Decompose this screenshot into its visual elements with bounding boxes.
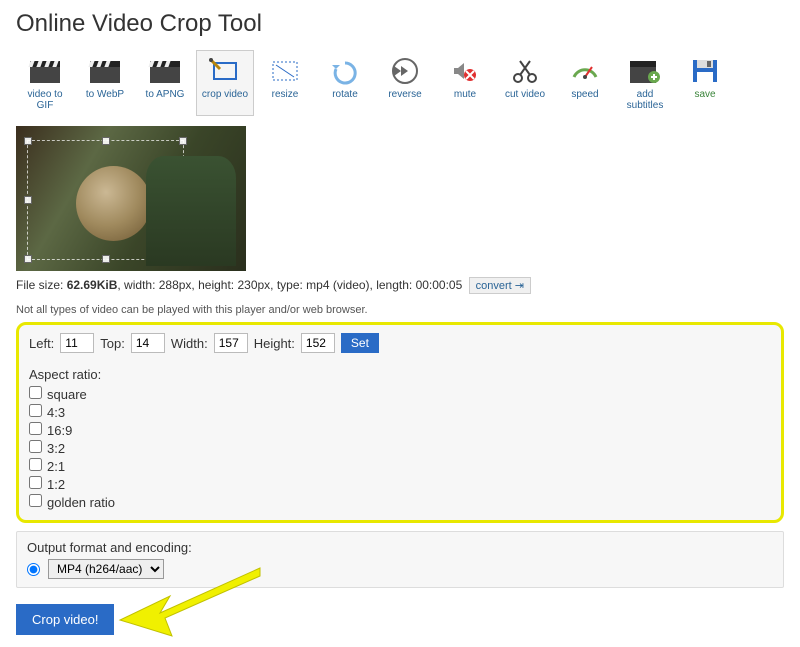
video-preview[interactable] [16, 126, 246, 271]
mute-icon [447, 55, 483, 87]
clapper-icon [147, 55, 183, 87]
tool-rotate[interactable]: rotate [316, 50, 374, 116]
tool-video-to-gif[interactable]: video to GIF [16, 50, 74, 116]
crop-handle-tm[interactable] [102, 137, 110, 145]
crop-icon [207, 55, 243, 87]
aspect-option-golden[interactable]: golden ratio [29, 495, 115, 510]
tool-add-subtitles[interactable]: add subtitles [616, 50, 674, 116]
aspect-option-2-1[interactable]: 2:1 [29, 459, 65, 474]
subtitles-icon [627, 55, 663, 87]
aspect-option-4-3[interactable]: 4:3 [29, 405, 65, 420]
convert-button[interactable]: convert ⇥ [469, 277, 531, 294]
height-label: Height: [254, 336, 295, 351]
output-format-select[interactable]: MP4 (h264/aac) [48, 559, 164, 579]
crop-handle-bl[interactable] [24, 255, 32, 263]
aspect-option-16-9[interactable]: 16:9 [29, 423, 72, 438]
output-panel: Output format and encoding: MP4 (h264/aa… [16, 531, 784, 588]
tool-speed[interactable]: speed [556, 50, 614, 116]
crop-handle-tl[interactable] [24, 137, 32, 145]
tool-save[interactable]: save [676, 50, 734, 116]
left-label: Left: [29, 336, 54, 351]
resize-icon [267, 55, 303, 87]
width-input[interactable] [214, 333, 248, 353]
crop-handle-bm[interactable] [102, 255, 110, 263]
width-label: Width: [171, 336, 208, 351]
crop-dimensions-panel: Left: Top: Width: Height: Set Aspect rat… [16, 322, 784, 523]
file-size: 62.69KiB [67, 278, 118, 292]
page-title: Online Video Crop Tool [16, 10, 784, 38]
clapper-icon [87, 55, 123, 87]
set-button[interactable]: Set [341, 333, 379, 353]
clapper-icon [27, 55, 63, 87]
top-label: Top: [100, 336, 125, 351]
aspect-ratio-label: Aspect ratio: [29, 367, 771, 382]
floppy-icon [687, 55, 723, 87]
output-format-label: Output format and encoding: [27, 540, 773, 555]
top-input[interactable] [131, 333, 165, 353]
tool-mute[interactable]: mute [436, 50, 494, 116]
rotate-icon [327, 55, 363, 87]
crop-handle-mr[interactable] [179, 196, 187, 204]
crop-handle-br[interactable] [179, 255, 187, 263]
scissors-icon [507, 55, 543, 87]
aspect-option-3-2[interactable]: 3:2 [29, 441, 65, 456]
aspect-option-square[interactable]: square [29, 387, 87, 402]
tool-to-apng[interactable]: to APNG [136, 50, 194, 116]
aspect-option-1-2[interactable]: 1:2 [29, 477, 65, 492]
crop-handle-tr[interactable] [179, 137, 187, 145]
tool-resize[interactable]: resize [256, 50, 314, 116]
height-input[interactable] [301, 333, 335, 353]
reverse-icon [387, 55, 423, 87]
file-info: File size: 62.69KiB, width: 288px, heigh… [16, 277, 784, 294]
tool-cut-video[interactable]: cut video [496, 50, 554, 116]
tool-crop-video[interactable]: crop video [196, 50, 254, 116]
tool-to-webp[interactable]: to WebP [76, 50, 134, 116]
crop-selection[interactable] [27, 140, 184, 260]
tool-reverse[interactable]: reverse [376, 50, 434, 116]
output-format-radio[interactable] [27, 563, 40, 576]
toolbar: video to GIF to WebP to APNG crop video … [16, 50, 784, 116]
speed-icon [567, 55, 603, 87]
compat-note: Not all types of video can be played wit… [16, 304, 784, 316]
convert-arrow-icon: ⇥ [515, 280, 524, 292]
left-input[interactable] [60, 333, 94, 353]
aspect-ratio-list: square 4:3 16:9 3:2 2:1 1:2 golden ratio [29, 386, 771, 512]
crop-handle-ml[interactable] [24, 196, 32, 204]
crop-video-button[interactable]: Crop video! [16, 604, 114, 635]
